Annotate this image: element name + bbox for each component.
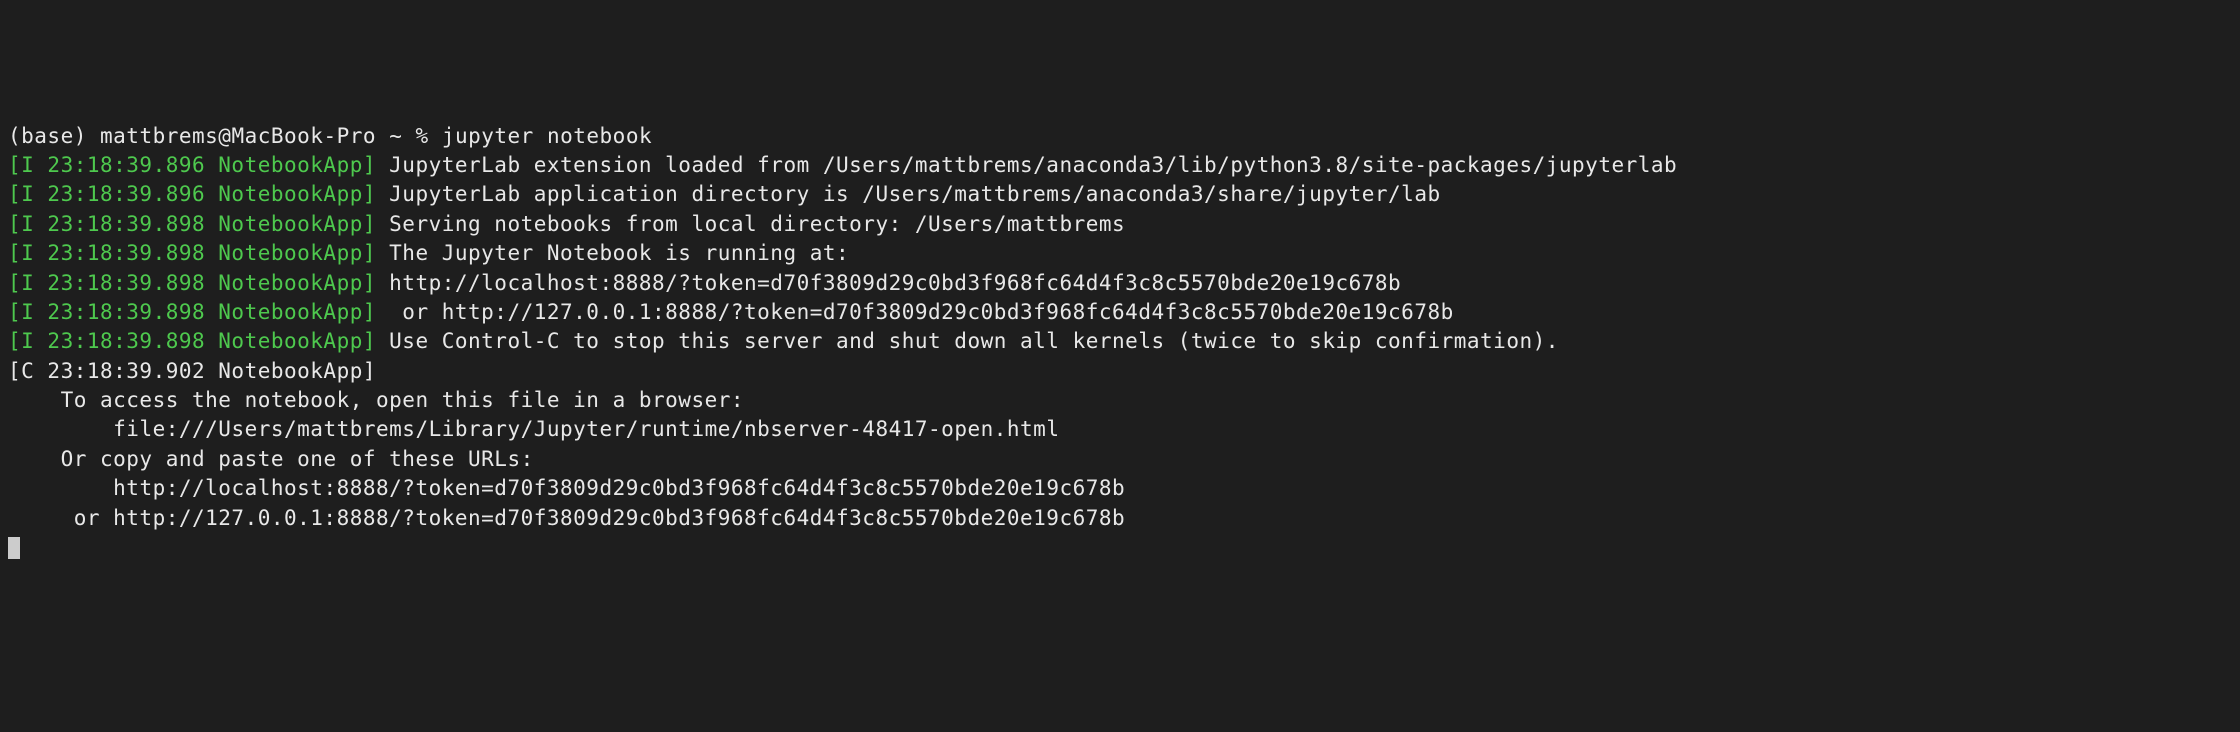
prompt-cwd: ~ [389,124,402,148]
log-prefix: [I 23:18:39.898 NotebookApp] [8,212,376,236]
log-prefix: [I 23:18:39.898 NotebookApp] [8,241,376,265]
log-message: Serving notebooks from local directory: … [376,212,1125,236]
log-line: [I 23:18:39.898 NotebookApp] or http://1… [8,298,2232,327]
access-line: or http://127.0.0.1:8888/?token=d70f3809… [8,504,2232,533]
log-line: [I 23:18:39.898 NotebookApp] Use Control… [8,327,2232,356]
log-message: or http://127.0.0.1:8888/?token=d70f3809… [376,300,1454,324]
log-message: Use Control-C to stop this server and sh… [376,329,1559,353]
log-line: [I 23:18:39.896 NotebookApp] JupyterLab … [8,151,2232,180]
prompt-env: (base) [8,124,87,148]
log-message: JupyterLab application directory is /Use… [376,182,1441,206]
access-line: http://localhost:8888/?token=d70f3809d29… [8,474,2232,503]
log-prefix: [C 23:18:39.902 NotebookApp] [8,359,376,383]
prompt-command: jupyter notebook [442,124,652,148]
terminal-cursor [8,537,20,559]
log-message: JupyterLab extension loaded from /Users/… [376,153,1677,177]
log-line: [I 23:18:39.898 NotebookApp] Serving not… [8,210,2232,239]
log-prefix: [I 23:18:39.898 NotebookApp] [8,300,376,324]
prompt-symbol: % [416,124,429,148]
log-line: [I 23:18:39.898 NotebookApp] The Jupyter… [8,239,2232,268]
log-line: [C 23:18:39.902 NotebookApp] [8,357,2232,386]
log-prefix: [I 23:18:39.896 NotebookApp] [8,182,376,206]
prompt-user-host: mattbrems@MacBook-Pro [100,124,376,148]
log-prefix: [I 23:18:39.896 NotebookApp] [8,153,376,177]
log-message: The Jupyter Notebook is running at: [376,241,849,265]
log-prefix: [I 23:18:39.898 NotebookApp] [8,329,376,353]
log-prefix: [I 23:18:39.898 NotebookApp] [8,271,376,295]
access-line: To access the notebook, open this file i… [8,386,2232,415]
access-line: file:///Users/mattbrems/Library/Jupyter/… [8,415,2232,444]
log-line: [I 23:18:39.898 NotebookApp] http://loca… [8,269,2232,298]
prompt-line: (base) mattbrems@MacBook-Pro ~ % jupyter… [8,122,2232,151]
terminal-output[interactable]: (base) mattbrems@MacBook-Pro ~ % jupyter… [8,122,2232,563]
log-message: http://localhost:8888/?token=d70f3809d29… [376,271,1401,295]
log-line: [I 23:18:39.896 NotebookApp] JupyterLab … [8,180,2232,209]
access-line: Or copy and paste one of these URLs: [8,445,2232,474]
